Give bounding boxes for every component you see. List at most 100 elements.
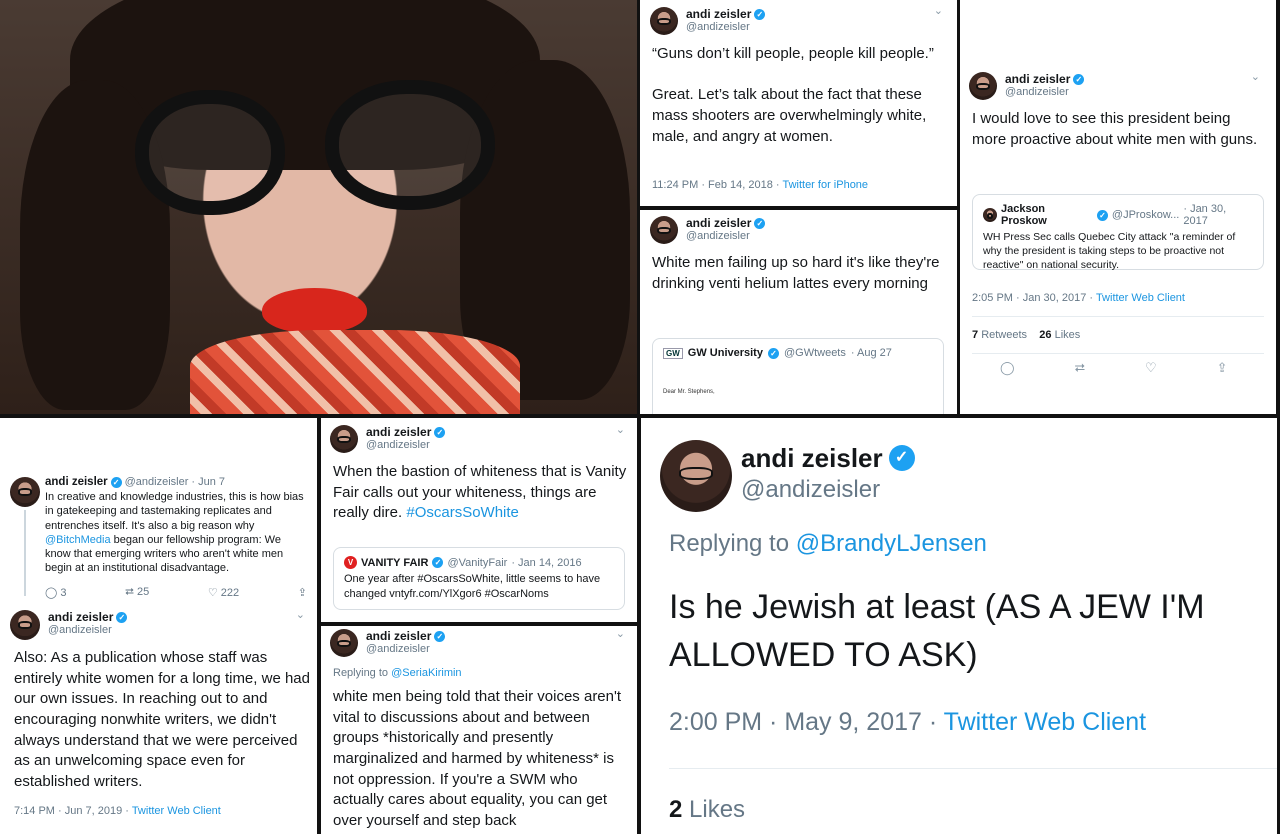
tweet-text: “Guns don’t kill people, people kill peo… [652, 45, 934, 145]
replying-to-link[interactable]: @BrandyLJensen [796, 530, 987, 557]
retweet-count: 7 [972, 329, 979, 341]
tweet-proactive: andi zeisler ✓ @andizeisler ⌄ I would lov… [960, 0, 1276, 414]
tweet-time[interactable]: 2:00 PM · May 9, 2017 [669, 708, 922, 736]
handle[interactable]: @andizeisler [686, 21, 765, 34]
avatar[interactable] [650, 216, 678, 244]
hashtag-link[interactable]: #OscarsSoWhite [406, 504, 519, 521]
tweet-client-link[interactable]: Twitter Web Client [1096, 292, 1185, 304]
quoted-handle[interactable]: @JProskow... [1112, 209, 1179, 221]
tweet-guns: andi zeisler ✓ @andizeisler ⌄ “Guns don’t… [640, 0, 957, 206]
tweet-vanity-fair: andi zeisler ✓ @andizeisler ⌄ When the ba… [321, 418, 637, 622]
display-name[interactable]: andi zeisler ✓ [686, 7, 766, 21]
quoted-handle[interactable]: @VanityFair [447, 557, 507, 569]
quoted-name[interactable]: Jackson Proskow [1001, 203, 1093, 227]
thread-line [24, 510, 26, 596]
photo-lips [262, 288, 367, 333]
handle[interactable]: @andizeisler [48, 624, 127, 637]
quoted-name[interactable]: VANITY FAIR [361, 557, 428, 569]
verified-icon: ✓ [754, 217, 766, 229]
quoted-text: Dear Mr. Stephens, [663, 389, 715, 395]
handle[interactable]: @andizeisler [366, 643, 445, 656]
chevron-down-icon[interactable]: ⌄ [934, 4, 943, 17]
display-name[interactable]: andi zeisler ✓ [48, 610, 128, 624]
tweet-divider [972, 316, 1264, 317]
verified-icon: ✓ [767, 347, 779, 359]
like-action[interactable]: ♡ 222 [208, 586, 239, 599]
share-icon[interactable]: ⇪ [1217, 360, 1228, 376]
avatar[interactable] [969, 72, 997, 100]
gw-logo-icon: GW [663, 347, 683, 359]
handle[interactable]: @andizeisler [741, 475, 915, 505]
tweet-text: White men failing up so hard it's like t… [652, 254, 940, 292]
tweet-helium: andi zeisler ✓ @andizeisler White men fai… [640, 210, 957, 414]
quoted-tweet[interactable]: Jackson Proskow ✓ @JProskow... · Jan 30,… [972, 194, 1264, 271]
avatar[interactable] [10, 610, 40, 640]
photo-scarf [190, 330, 520, 414]
display-name[interactable]: andi zeisler ✓ [741, 442, 915, 475]
tweet-divider [972, 353, 1264, 354]
display-name[interactable]: andi zeisler ✓ [1005, 72, 1085, 86]
quoted-tweet[interactable]: V VANITY FAIR ✓ @VanityFair · Jan 14, 20… [333, 547, 625, 610]
retweet-action[interactable]: ⮂ 25 [125, 586, 149, 599]
replying-to: Replying to @BrandyLJensen [669, 530, 987, 557]
photo-glasses-left [135, 90, 285, 215]
chevron-down-icon[interactable]: ⌄ [616, 627, 625, 640]
reply-icon[interactable]: ◯ [1000, 360, 1015, 376]
tweet-time[interactable]: 7:14 PM · Jun 7, 2019 [14, 805, 122, 817]
share-icon[interactable]: ⇪ [298, 586, 307, 599]
handle[interactable]: @andizeisler [1005, 86, 1084, 99]
verified-icon: ✓ [1097, 209, 1108, 221]
chevron-down-icon[interactable]: ⌄ [296, 608, 305, 621]
tweet-client-link[interactable]: Twitter Web Client [132, 805, 221, 817]
tweet-client-link[interactable]: Twitter for iPhone [782, 179, 868, 191]
tweet-divider [669, 768, 1277, 769]
selfie-photo [0, 0, 637, 414]
quoted-tweet[interactable]: GW GW University ✓ @GWtweets · Aug 27 De… [652, 338, 944, 414]
reply-action[interactable]: ◯ 3 [45, 586, 67, 599]
retweet-icon[interactable]: ⮂ [1075, 360, 1085, 376]
handle[interactable]: @andizeisler [686, 230, 765, 243]
tweet-text: Also: As a publication whose staff was e… [14, 649, 310, 791]
tweet-time[interactable]: 11:24 PM · Feb 14, 2018 [652, 179, 773, 191]
avatar[interactable] [650, 7, 678, 35]
display-name[interactable]: andi zeisler ✓ [366, 629, 446, 643]
avatar[interactable] [660, 440, 732, 512]
photo-glasses-right [325, 80, 495, 210]
tweet-jewish: andi zeisler ✓ @andizeisler Replying to … [641, 418, 1277, 834]
handle[interactable]: @andizeisler [125, 476, 189, 488]
like-count: 26 [1039, 329, 1052, 341]
verified-icon: ✓ [1073, 73, 1085, 85]
display-name[interactable]: andi zeisler ✓ @andizeisler · Jun 7 [45, 476, 307, 488]
display-name[interactable]: andi zeisler ✓ [686, 216, 766, 230]
quoted-handle[interactable]: @GWtweets [784, 347, 846, 359]
verified-icon: ✓ [754, 8, 766, 20]
chevron-down-icon[interactable]: ⌄ [616, 423, 625, 436]
tweet-meta: 2:00 PM · May 9, 2017 · Twitter Web Clie… [669, 708, 1147, 736]
mention-link[interactable]: @BitchMedia [45, 534, 111, 546]
tweet-text: In creative and knowledge industries, th… [45, 491, 304, 575]
avatar[interactable] [983, 208, 997, 222]
verified-icon: ✓ [888, 445, 915, 472]
tweet-text: When the bastion of whiteness that is Va… [333, 463, 627, 522]
quoted-date: · Aug 27 [850, 347, 892, 359]
tweet-text: white men being told that their voices a… [333, 688, 622, 830]
retweets-label[interactable]: Retweets [981, 329, 1027, 341]
tweet-meta: 7:14 PM · Jun 7, 2019 · Twitter Web Clie… [14, 805, 221, 817]
tweet-meta: 11:24 PM · Feb 14, 2018 · Twitter for iP… [652, 179, 869, 191]
avatar[interactable] [330, 629, 358, 657]
tweet-client-link[interactable]: Twitter Web Client [944, 708, 1146, 736]
like-count: 2 [669, 796, 683, 823]
tweet-time[interactable]: 2:05 PM · Jan 30, 2017 [972, 292, 1086, 304]
replying-to-link[interactable]: @SeriaKirimin [391, 667, 461, 679]
avatar[interactable] [330, 425, 358, 453]
chevron-down-icon[interactable]: ⌄ [1251, 70, 1260, 83]
quoted-name[interactable]: GW University [688, 347, 763, 359]
likes-label[interactable]: Likes [1055, 329, 1081, 341]
handle[interactable]: @andizeisler [366, 439, 445, 452]
like-icon[interactable]: ♡ [1145, 360, 1157, 376]
display-name[interactable]: andi zeisler ✓ [366, 425, 446, 439]
likes-label[interactable]: Likes [689, 796, 745, 823]
avatar[interactable] [10, 477, 40, 507]
verified-icon: ✓ [434, 630, 446, 642]
verified-icon: ✓ [116, 611, 128, 623]
